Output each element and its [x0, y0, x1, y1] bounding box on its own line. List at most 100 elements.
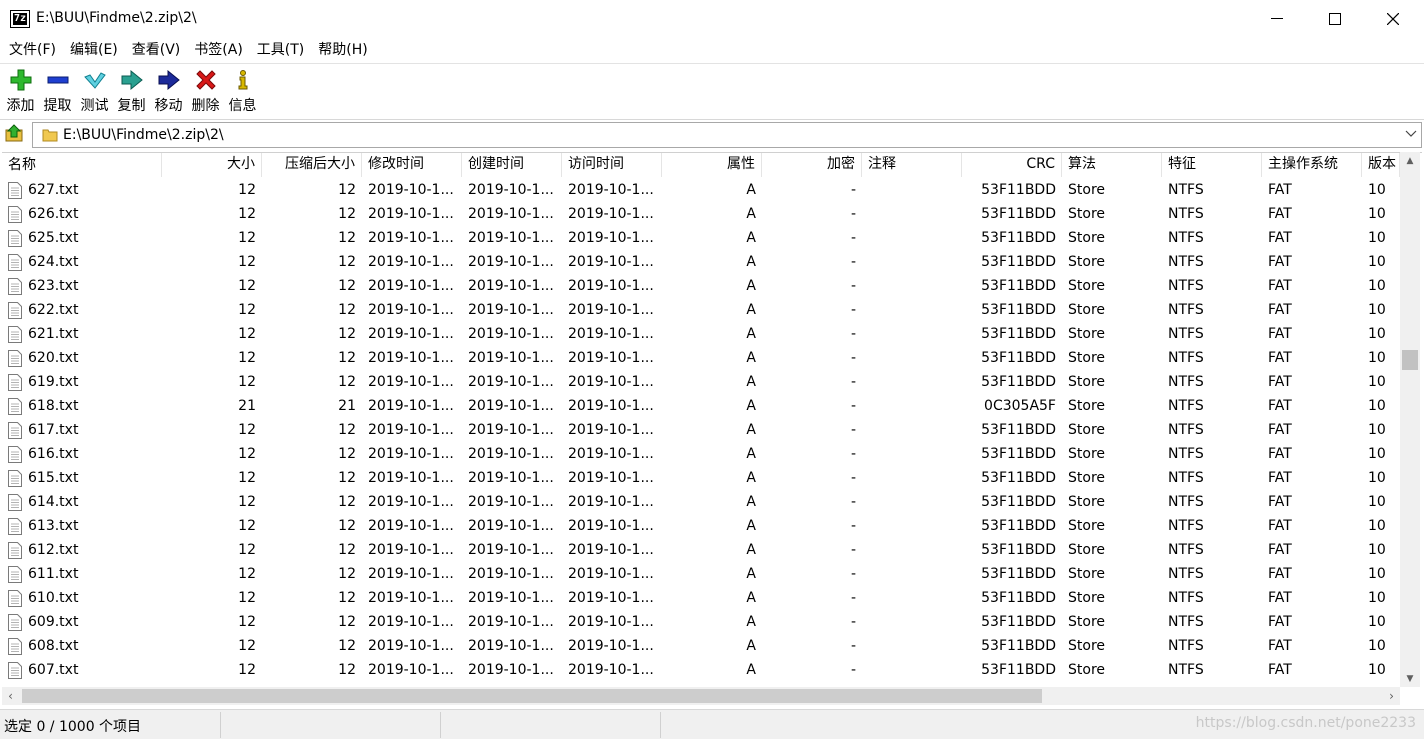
file-crc: 53F11BDD — [981, 638, 1056, 654]
menu-bookmarks[interactable]: 书签(A) — [187, 38, 250, 63]
file-characteristics: NTFS — [1168, 374, 1204, 390]
file-packed-size: 12 — [338, 638, 356, 654]
column-header-encrypted[interactable]: 加密 — [762, 153, 862, 177]
menu-edit[interactable]: 编辑(E) — [63, 38, 125, 63]
test-button[interactable]: 测试 — [76, 64, 113, 119]
file-method: Store — [1068, 494, 1106, 510]
scroll-right-icon[interactable]: › — [1383, 687, 1400, 705]
file-row[interactable]: 626.txt 12 12 2019-10-1... 2019-10-1... 2019-… — [2, 202, 1400, 226]
column-header-packed-size[interactable]: 压缩后大小 — [262, 153, 362, 177]
file-size: 12 — [238, 206, 256, 222]
file-crc: 53F11BDD — [981, 422, 1056, 438]
horizontal-scroll-thumb[interactable] — [22, 689, 1042, 703]
delete-button[interactable]: 删除 — [187, 64, 224, 119]
file-name: 609.txt — [28, 614, 79, 630]
go-up-button[interactable] — [0, 120, 28, 150]
column-header-attributes[interactable]: 属性 — [662, 153, 762, 177]
file-crc: 53F11BDD — [981, 662, 1056, 678]
maximize-button[interactable] — [1306, 0, 1364, 38]
file-row[interactable]: 616.txt 12 12 2019-10-1... 2019-10-1... 2019-… — [2, 442, 1400, 466]
copy-button[interactable]: 复制 — [113, 64, 150, 119]
file-row[interactable]: 624.txt 12 12 2019-10-1... 2019-10-1... 2019-… — [2, 250, 1400, 274]
scroll-up-icon[interactable]: ▲ — [1400, 152, 1420, 169]
file-characteristics: NTFS — [1168, 614, 1204, 630]
file-row[interactable]: 612.txt 12 12 2019-10-1... 2019-10-1... 2019-… — [2, 538, 1400, 562]
file-row[interactable]: 611.txt 12 12 2019-10-1... 2019-10-1... 2019-… — [2, 562, 1400, 586]
file-row[interactable]: 627.txt 12 12 2019-10-1... 2019-10-1... 2019-… — [2, 178, 1400, 202]
add-button[interactable]: 添加 — [2, 64, 39, 119]
address-field[interactable]: E:\BUU\Findme\2.zip\2\ — [32, 122, 1422, 148]
column-header-accessed[interactable]: 访问时间 — [562, 153, 662, 177]
column-header-characteristics[interactable]: 特征 — [1162, 153, 1262, 177]
chevron-down-icon[interactable] — [1405, 127, 1417, 142]
file-row[interactable]: 623.txt 12 12 2019-10-1... 2019-10-1... 2019-… — [2, 274, 1400, 298]
file-row[interactable]: 609.txt 12 12 2019-10-1... 2019-10-1... 2019-… — [2, 610, 1400, 634]
horizontal-scrollbar[interactable]: ‹ › — [2, 687, 1400, 705]
menu-tools[interactable]: 工具(T) — [250, 38, 311, 63]
file-characteristics: NTFS — [1168, 518, 1204, 534]
file-attributes: A — [746, 638, 756, 654]
file-created: 2019-10-1... — [468, 494, 554, 510]
file-created: 2019-10-1... — [468, 446, 554, 462]
column-header-crc[interactable]: CRC — [962, 153, 1062, 177]
column-header-comment[interactable]: 注释 — [862, 153, 962, 177]
extract-button[interactable]: 提取 — [39, 64, 76, 119]
column-header-size[interactable]: 大小 — [162, 153, 262, 177]
column-header-modified[interactable]: 修改时间 — [362, 153, 462, 177]
column-header-host-os[interactable]: 主操作系统 — [1262, 153, 1362, 177]
file-row[interactable]: 622.txt 12 12 2019-10-1... 2019-10-1... 2019-… — [2, 298, 1400, 322]
file-packed-size: 12 — [338, 470, 356, 486]
column-header-version[interactable]: 版本 — [1362, 153, 1400, 177]
file-name: 617.txt — [28, 422, 79, 438]
menu-file[interactable]: 文件(F) — [2, 38, 63, 63]
column-header-method[interactable]: 算法 — [1062, 153, 1162, 177]
column-header-name[interactable]: 名称 — [2, 153, 162, 177]
scroll-down-icon[interactable]: ▼ — [1400, 670, 1420, 687]
status-divider — [660, 712, 661, 738]
file-accessed: 2019-10-1... — [568, 350, 654, 366]
file-characteristics: NTFS — [1168, 566, 1204, 582]
text-file-icon — [8, 397, 22, 415]
move-button[interactable]: 移动 — [150, 64, 187, 119]
file-created: 2019-10-1... — [468, 542, 554, 558]
file-name: 619.txt — [28, 374, 79, 390]
file-row[interactable]: 621.txt 12 12 2019-10-1... 2019-10-1... 2019-… — [2, 322, 1400, 346]
file-host-os: FAT — [1268, 518, 1292, 534]
file-row[interactable]: 610.txt 12 12 2019-10-1... 2019-10-1... 2019-… — [2, 586, 1400, 610]
info-button[interactable]: 信息 — [224, 64, 261, 119]
file-version: 10 — [1368, 350, 1386, 366]
file-name: 626.txt — [28, 206, 79, 222]
text-file-icon — [8, 517, 22, 535]
file-row[interactable]: 613.txt 12 12 2019-10-1... 2019-10-1... 2019-… — [2, 514, 1400, 538]
text-file-icon — [8, 469, 22, 487]
menu-help[interactable]: 帮助(H) — [311, 38, 374, 63]
file-row[interactable]: 615.txt 12 12 2019-10-1... 2019-10-1... 2019-… — [2, 466, 1400, 490]
text-file-icon — [8, 181, 22, 199]
vertical-scroll-thumb[interactable] — [1402, 350, 1418, 370]
file-row[interactable]: 617.txt 12 12 2019-10-1... 2019-10-1... 2019-… — [2, 418, 1400, 442]
file-row[interactable]: 618.txt 21 21 2019-10-1... 2019-10-1... 2019-… — [2, 394, 1400, 418]
file-encrypted: - — [850, 398, 856, 414]
file-packed-size: 12 — [338, 542, 356, 558]
scroll-left-icon[interactable]: ‹ — [2, 687, 19, 705]
file-row[interactable]: 625.txt 12 12 2019-10-1... 2019-10-1... 2019-… — [2, 226, 1400, 250]
file-characteristics: NTFS — [1168, 302, 1204, 318]
menu-view[interactable]: 查看(V) — [125, 38, 188, 63]
vertical-scrollbar[interactable]: ▲ ▼ — [1400, 152, 1420, 687]
file-created: 2019-10-1... — [468, 230, 554, 246]
file-accessed: 2019-10-1... — [568, 614, 654, 630]
file-name-cell: 624.txt — [2, 250, 162, 274]
file-characteristics: NTFS — [1168, 590, 1204, 606]
close-button[interactable] — [1364, 0, 1422, 38]
column-header-created[interactable]: 创建时间 — [462, 153, 562, 177]
file-row[interactable]: 607.txt 12 12 2019-10-1... 2019-10-1... 2019-… — [2, 658, 1400, 682]
file-row[interactable]: 619.txt 12 12 2019-10-1... 2019-10-1... 2019-… — [2, 370, 1400, 394]
file-row[interactable]: 620.txt 12 12 2019-10-1... 2019-10-1... 2019-… — [2, 346, 1400, 370]
file-attributes: A — [746, 230, 756, 246]
file-row[interactable]: 614.txt 12 12 2019-10-1... 2019-10-1... 2019-… — [2, 490, 1400, 514]
file-row[interactable]: 608.txt 12 12 2019-10-1... 2019-10-1... 2019-… — [2, 634, 1400, 658]
minimize-button[interactable] — [1248, 0, 1306, 38]
file-crc: 0C305A5F — [984, 398, 1056, 414]
file-crc: 53F11BDD — [981, 230, 1056, 246]
file-name-cell: 623.txt — [2, 274, 162, 298]
